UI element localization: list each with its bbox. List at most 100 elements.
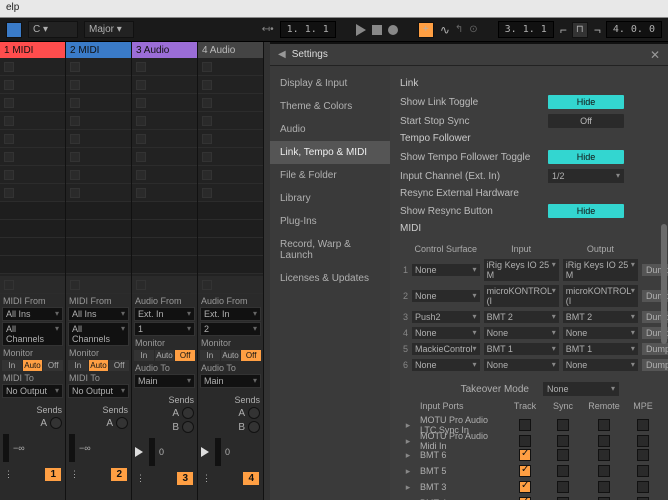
automation-icon[interactable]: ∿ [440, 23, 449, 37]
send-b-knob[interactable] [248, 421, 260, 433]
mpe-checkbox[interactable] [637, 435, 649, 447]
midi-in-dropdown[interactable]: iRig Keys IO 25 M [484, 259, 559, 281]
bar-position[interactable]: 1. 1. 1 [280, 21, 336, 38]
punch-in-icon[interactable]: ⌐ [560, 23, 566, 37]
dump-button[interactable]: Dump [642, 343, 668, 355]
settings-nav-item[interactable]: File & Folder [270, 164, 390, 187]
clip-stop[interactable] [4, 188, 14, 198]
midi-out-dropdown[interactable]: None [563, 359, 638, 371]
clip-stop[interactable] [4, 170, 14, 180]
sync-checkbox[interactable] [557, 449, 569, 461]
clip-stop[interactable] [4, 152, 14, 162]
track-checkbox[interactable] [519, 481, 531, 493]
sync-checkbox[interactable] [557, 419, 569, 431]
output-type[interactable]: No Output [68, 384, 129, 398]
mpe-checkbox[interactable] [637, 419, 649, 431]
settings-nav-item[interactable]: Licenses & Updates [270, 267, 390, 290]
menu-help[interactable]: elp [6, 2, 19, 13]
settings-nav-item[interactable]: Library [270, 187, 390, 210]
input-type[interactable]: All Ins [2, 307, 63, 321]
capture-icon[interactable]: ⊙ [469, 24, 477, 35]
key-scale-dropdown[interactable]: Major ▾ [84, 21, 134, 38]
send-a-knob[interactable] [50, 417, 62, 429]
midi-out-dropdown[interactable]: None [563, 327, 638, 339]
monitor-radio[interactable]: InAutoOff [1, 359, 64, 372]
scrollbar-thumb[interactable] [661, 224, 667, 344]
track-activator[interactable]: 1 [45, 468, 61, 481]
remote-checkbox[interactable] [598, 419, 610, 431]
midi-in-dropdown[interactable]: None [484, 359, 559, 371]
volume-fader[interactable] [3, 434, 9, 462]
settings-nav-item[interactable]: Link, Tempo & MIDI [270, 141, 390, 164]
start-stop-sync-button[interactable]: Off [548, 114, 624, 128]
output-type[interactable]: No Output [2, 384, 63, 398]
scale-toggle[interactable] [6, 22, 22, 38]
dump-button[interactable]: Dump [642, 359, 668, 371]
follow-icon[interactable]: ↤• [262, 24, 274, 35]
show-resync-button[interactable]: Hide [548, 204, 624, 218]
cs-dropdown[interactable]: MackieControl [412, 343, 480, 355]
remote-checkbox[interactable] [598, 465, 610, 477]
track-play-icon[interactable] [201, 447, 209, 457]
cs-dropdown[interactable]: None [412, 290, 480, 302]
send-b-knob[interactable] [182, 421, 194, 433]
cs-dropdown[interactable]: None [412, 327, 480, 339]
track-checkbox[interactable] [519, 419, 531, 431]
volume-value[interactable]: −∞ [13, 443, 25, 453]
cs-dropdown[interactable]: None [412, 264, 480, 276]
close-icon[interactable]: ✕ [650, 48, 660, 62]
input-type[interactable]: All Ins [68, 307, 129, 321]
input-channel[interactable]: All Channels [68, 322, 129, 346]
mpe-checkbox[interactable] [637, 449, 649, 461]
clip-slot[interactable] [0, 202, 65, 220]
expand-icon[interactable]: ▸ [400, 466, 416, 477]
track-header[interactable]: 2 MIDI [66, 42, 131, 58]
expand-icon[interactable]: ▸ [400, 436, 416, 447]
clip-stop[interactable] [4, 80, 14, 90]
clip-slot[interactable] [0, 238, 65, 256]
settings-nav-item[interactable]: Theme & Colors [270, 95, 390, 118]
cs-dropdown[interactable]: None [412, 359, 480, 371]
remote-checkbox[interactable] [598, 435, 610, 447]
takeover-dropdown[interactable]: None [543, 382, 619, 396]
midi-out-dropdown[interactable]: iRig Keys IO 25 M [563, 259, 638, 281]
settings-nav-item[interactable]: Audio [270, 118, 390, 141]
sync-checkbox[interactable] [557, 435, 569, 447]
reenable-automation-icon[interactable]: ↰ [455, 24, 463, 35]
settings-nav-item[interactable]: Display & Input [270, 72, 390, 95]
track-checkbox[interactable] [519, 449, 531, 461]
mpe-checkbox[interactable] [637, 465, 649, 477]
input-channel[interactable]: All Channels [2, 322, 63, 346]
track-activator[interactable]: 4 [243, 472, 259, 485]
send-a-knob[interactable] [116, 417, 128, 429]
volume-fader[interactable] [69, 434, 75, 462]
track-checkbox[interactable] [519, 435, 531, 447]
clip-slot[interactable] [0, 256, 65, 274]
clip-stop[interactable] [4, 98, 14, 108]
show-link-toggle-button[interactable]: Hide [548, 95, 624, 109]
midi-in-dropdown[interactable]: None [484, 327, 559, 339]
midi-out-dropdown[interactable]: microKONTROL (I [563, 285, 638, 307]
midi-out-dropdown[interactable]: BMT 1 [563, 343, 638, 355]
send-a-knob[interactable] [248, 407, 260, 419]
mpe-checkbox[interactable] [637, 481, 649, 493]
stop-button[interactable] [372, 25, 382, 35]
track-header[interactable]: 1 MIDI [0, 42, 65, 58]
arrange-position[interactable]: 3. 1. 1 [498, 21, 554, 38]
volume-fader[interactable] [149, 438, 155, 466]
track-activator[interactable]: 3 [177, 472, 193, 485]
input-channel-dropdown[interactable]: 1/2 [548, 169, 624, 183]
remote-checkbox[interactable] [598, 449, 610, 461]
send-a-knob[interactable] [182, 407, 194, 419]
input-type[interactable]: Ext. In [134, 307, 195, 321]
track-header[interactable]: 3 Audio [132, 42, 197, 58]
expand-icon[interactable]: ▸ [400, 482, 416, 493]
cs-dropdown[interactable]: Push2 [412, 311, 480, 323]
show-tempo-follower-button[interactable]: Hide [548, 150, 624, 164]
sync-checkbox[interactable] [557, 481, 569, 493]
midi-in-dropdown[interactable]: BMT 2 [484, 311, 559, 323]
midi-out-dropdown[interactable]: BMT 2 [563, 311, 638, 323]
overdub-toggle[interactable]: + [418, 22, 434, 38]
track-activator[interactable]: 2 [111, 468, 127, 481]
os-menubar[interactable]: elp [0, 0, 668, 18]
